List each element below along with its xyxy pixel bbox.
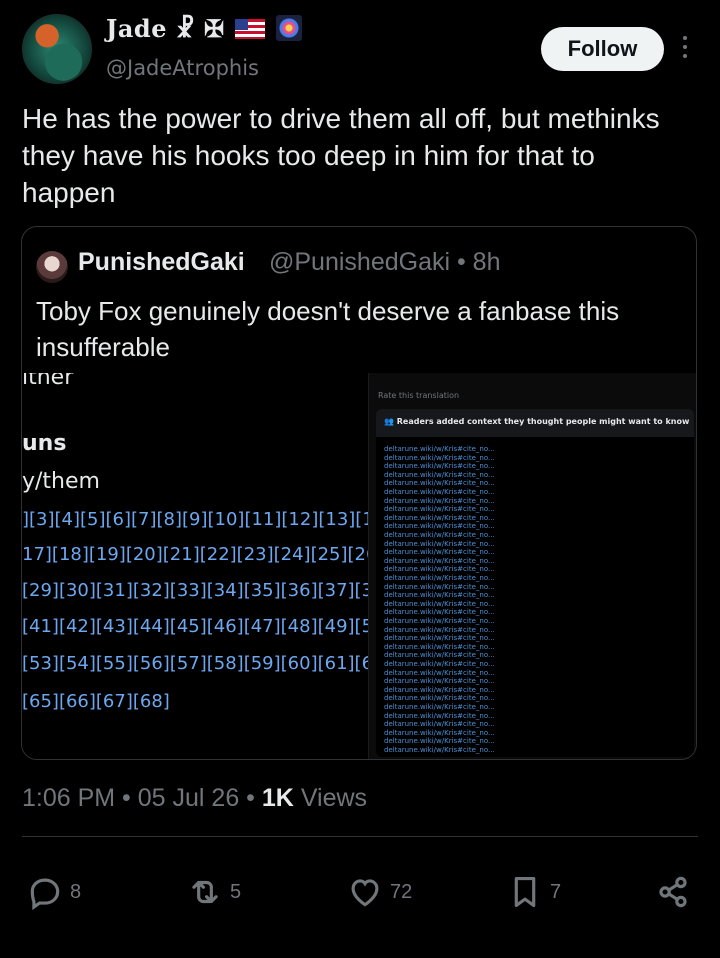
note-link[interactable]: deltarune.wiki/w/Kris#cite_no... [384,488,495,496]
note-link[interactable]: deltarune.wiki/w/Kris#cite_no... [384,505,495,513]
tweet-date: 05 Jul 26 [137,784,240,812]
note-link[interactable]: deltarune.wiki/w/Kris#cite_no... [384,479,495,487]
views-count: 1K [261,784,294,812]
reply-button[interactable]: 8 [26,872,81,912]
note-link[interactable]: deltarune.wiki/w/Kris#cite_no... [384,445,495,453]
cite-line: ][3][4][5][6][7][8][9][10][11][12][13][1… [22,509,368,530]
note-link[interactable]: deltarune.wiki/w/Kris#cite_no... [384,651,495,659]
note-link[interactable]: deltarune.wiki/w/Kris#cite_no... [384,720,495,728]
quoted-media-left[interactable]: ither uns y/them ][3][4][5][6][7][8][9][… [22,373,368,759]
author-avatar[interactable] [22,14,92,84]
bookmark-icon [514,876,536,908]
media-cut-text: ither [22,373,74,390]
quoted-tweet-text: Toby Fox genuinely doesn't deserve a fan… [36,296,620,362]
tweet-time: 1:06 PM [22,784,116,812]
note-link[interactable]: deltarune.wiki/w/Kris#cite_no... [384,583,495,591]
quoted-avatar [36,251,68,283]
like-count: 72 [390,880,413,903]
us-flag-icon [235,19,266,39]
note-link[interactable]: deltarune.wiki/w/Kris#cite_no... [384,677,495,685]
people-icon: 👥 [384,417,394,426]
note-link[interactable]: deltarune.wiki/w/Kris#cite_no... [384,462,495,470]
note-link[interactable]: deltarune.wiki/w/Kris#cite_no... [384,522,495,530]
fireworks-icon [276,15,303,41]
tweet-text: He has the power to drive them all off, … [22,103,660,208]
note-link[interactable]: deltarune.wiki/w/Kris#cite_no... [384,729,495,737]
note-link[interactable]: deltarune.wiki/w/Kris#cite_no... [384,548,495,556]
community-notes-heading: 👥 Readers added context they thought peo… [384,417,690,426]
author-display-name[interactable]: Jade ☧ ✠ [106,14,303,43]
note-link[interactable]: deltarune.wiki/w/Kris#cite_no... [384,557,495,565]
author-handle[interactable]: @JadeAtrophis [106,56,259,80]
cite-line: [41][42][43][44][45][46][47][48][49][5 [22,616,368,637]
note-link[interactable]: deltarune.wiki/w/Kris#cite_no... [384,694,495,702]
note-link[interactable]: deltarune.wiki/w/Kris#cite_no... [384,617,495,625]
note-link[interactable]: deltarune.wiki/w/Kris#cite_no... [384,454,495,462]
cite-line: [53][54][55][56][57][58][59][60][61][62 [22,653,368,674]
note-link[interactable]: deltarune.wiki/w/Kris#cite_no... [384,626,495,634]
repost-count: 5 [230,880,242,903]
note-link[interactable]: deltarune.wiki/w/Kris#cite_no... [384,634,495,642]
quoted-media-right[interactable]: Rate this translation 👥 Readers added co… [368,373,696,759]
note-link[interactable]: deltarune.wiki/w/Kris#cite_no... [384,608,495,616]
note-link[interactable]: deltarune.wiki/w/Kris#cite_no... [384,686,495,694]
note-link[interactable]: deltarune.wiki/w/Kris#cite_no... [384,746,495,754]
note-link[interactable]: deltarune.wiki/w/Kris#cite_no... [384,643,495,651]
note-link[interactable]: deltarune.wiki/w/Kris#cite_no... [384,669,495,677]
note-link[interactable]: deltarune.wiki/w/Kris#cite_no... [384,540,495,548]
note-link[interactable]: deltarune.wiki/w/Kris#cite_no... [384,574,495,582]
cite-line: 17][18][19][20][21][22][23][24][25][26][ [22,544,368,565]
heart-icon [351,879,379,907]
note-link[interactable]: deltarune.wiki/w/Kris#cite_no... [384,565,495,573]
note-link[interactable]: deltarune.wiki/w/Kris#cite_no... [384,712,495,720]
note-link[interactable]: deltarune.wiki/w/Kris#cite_no... [384,514,495,522]
reply-icon [30,878,60,911]
quoted-author-meta: @PunishedGaki • 8h [269,248,501,276]
rate-translation-text: Rate this translation [378,391,460,400]
author-name-text: Jade ☧ ✠ [106,14,225,43]
follow-button[interactable]: Follow [541,27,664,71]
quoted-tweet[interactable]: PunishedGaki @PunishedGaki • 8h Toby Fox… [21,226,697,760]
tweet-timestamp[interactable]: 1:06 PM • 05 Jul 26 • 1K Views [22,784,367,813]
divider [22,836,698,837]
reply-count: 8 [70,880,82,903]
note-link[interactable]: deltarune.wiki/w/Kris#cite_no... [384,531,495,539]
note-link[interactable]: deltarune.wiki/w/Kris#cite_no... [384,703,495,711]
more-options-icon[interactable] [681,36,689,60]
quoted-author-name: PunishedGaki [78,248,245,276]
community-notes-links: deltarune.wiki/w/Kris#cite_no... deltarun… [376,437,694,757]
bookmark-button[interactable]: 7 [506,872,561,912]
bookmark-count: 7 [550,880,562,903]
views-label: Views [300,784,368,812]
share-button[interactable] [654,872,692,912]
note-link[interactable]: deltarune.wiki/w/Kris#cite_no... [384,600,495,608]
cite-line: [29][30][31][32][33][34][35][36][37][3 [22,580,368,601]
community-notes-card: 👥 Readers added context they thought peo… [376,409,694,757]
note-link[interactable]: deltarune.wiki/w/Kris#cite_no... [384,737,495,745]
note-link[interactable]: deltarune.wiki/w/Kris#cite_no... [384,497,495,505]
note-link[interactable]: deltarune.wiki/w/Kris#cite_no... [384,660,495,668]
share-icon [659,876,687,908]
note-link[interactable]: deltarune.wiki/w/Kris#cite_no... [384,591,495,599]
repost-button[interactable]: 5 [186,872,241,912]
media-pronouns-heading: uns [22,431,67,456]
like-button[interactable]: 72 [346,872,412,912]
media-pronouns-value: y/them [22,469,100,494]
cite-line: [65][66][67][68] [22,691,170,712]
note-link[interactable]: deltarune.wiki/w/Kris#cite_no... [384,471,495,479]
repost-icon [192,880,218,904]
